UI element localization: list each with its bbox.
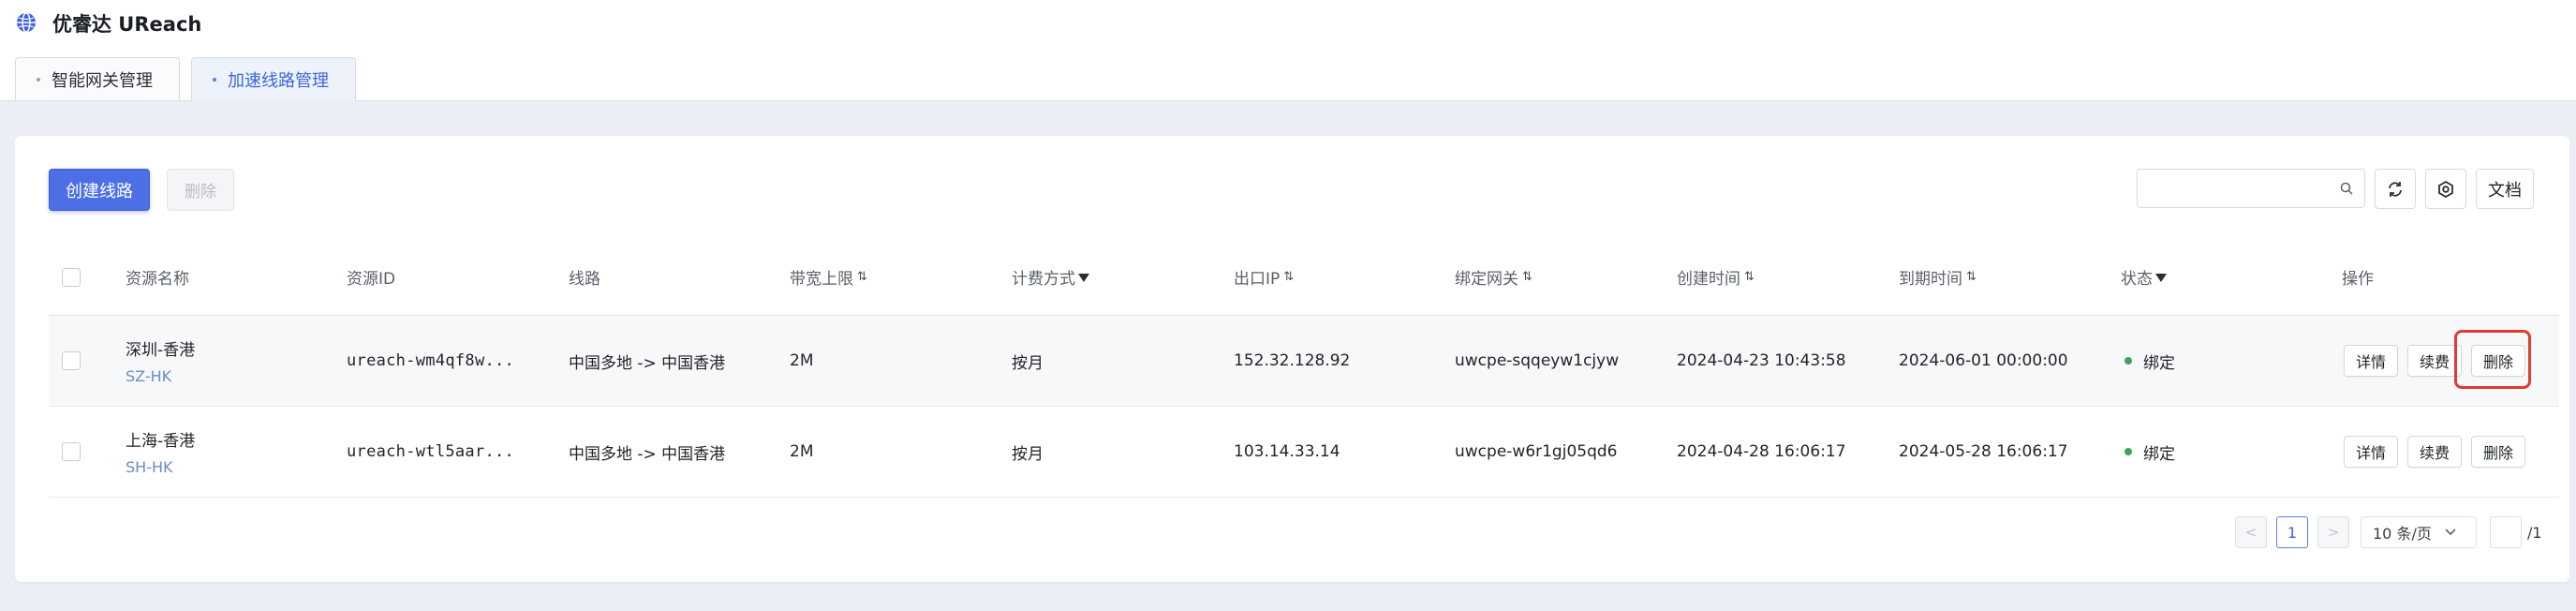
column-header-billing[interactable]: 计费方式 [1012, 239, 1089, 315]
column-header-created[interactable]: 创建时间 ⇅ [1677, 239, 1754, 315]
column-header-actions: 操作 [2342, 270, 2374, 289]
page-size-label: 10 条/页 [2373, 525, 2432, 543]
tab-label: 加速线路管理 [228, 71, 329, 91]
next-page-button[interactable]: > [2317, 516, 2349, 548]
resource-code: SZ-HK [126, 367, 172, 385]
column-header-route: 线路 [569, 270, 600, 289]
filter-icon[interactable] [1078, 274, 1089, 282]
column-header-expires[interactable]: 到期时间 ⇅ [1899, 239, 1976, 315]
page-size-select[interactable]: 10 条/页 [2361, 516, 2477, 548]
table-header: 资源名称 资源ID 线路 带宽上限 ⇅ 计费方式 出口IP ⇅ 绑定网关 ⇅ 创建时间… [49, 239, 2559, 316]
billing-method: 按月 [1012, 353, 1044, 373]
detail-button[interactable]: 详情 [2344, 436, 2399, 468]
route: 中国多地 -> 中国香港 [569, 353, 726, 373]
table-row: 深圳-香港 SZ-HK ureach-wm4qf8w... 中国多地 -> 中国… [49, 316, 2559, 407]
page-1-button[interactable]: 1 [2276, 516, 2308, 548]
settings-icon [2438, 180, 2453, 198]
detail-button[interactable]: 详情 [2344, 345, 2399, 377]
chevron-down-icon [2445, 529, 2456, 536]
bulk-delete-button[interactable]: 删除 [167, 169, 234, 211]
row-checkbox[interactable] [62, 442, 81, 461]
egress-ip: 152.32.128.92 [1234, 351, 1351, 370]
app-title: 优睿达 UReach [52, 13, 202, 36]
resource-name-cell: 深圳-香港 SZ-HK [126, 316, 195, 406]
page-jump-input[interactable] [2490, 516, 2522, 548]
status-dot [2124, 357, 2132, 365]
prev-page-button[interactable]: < [2235, 516, 2267, 548]
created-time: 2024-04-28 16:06:17 [1677, 442, 1846, 461]
refresh-icon [2389, 181, 2402, 197]
routes-table: 资源名称 资源ID 线路 带宽上限 ⇅ 计费方式 出口IP ⇅ 绑定网关 ⇅ 创建时间… [49, 239, 2559, 498]
top-bar: 优睿达 UReach 智能网关管理 加速线路管理 [0, 0, 2576, 101]
bandwidth: 2M [790, 442, 814, 461]
sort-icon[interactable]: ⇅ [1744, 270, 1754, 284]
search-box [2137, 169, 2365, 208]
column-header-name: 资源名称 [126, 270, 189, 289]
status-dot [2124, 448, 2132, 455]
select-all-checkbox[interactable] [62, 267, 81, 287]
renew-button[interactable]: 续费 [2407, 436, 2463, 468]
row-select-cell [62, 407, 81, 497]
resource-id: ureach-wtl5aar... [347, 442, 515, 461]
resource-id: ureach-wm4qf8w... [347, 351, 515, 370]
refresh-button[interactable] [2375, 169, 2416, 209]
resource-name: 深圳-香港 [126, 341, 196, 360]
docs-button[interactable]: 文档 [2476, 169, 2534, 209]
sort-icon[interactable]: ⇅ [1966, 270, 1976, 284]
search-icon[interactable] [2340, 182, 2353, 195]
route: 中国多地 -> 中国香港 [569, 444, 726, 464]
expire-time: 2024-05-28 16:06:17 [1899, 442, 2068, 461]
content-card: 创建线路 删除 文档 资源名称 资源ID 线路 带宽上限 ⇅ 计费方式 出口IP… [15, 136, 2569, 582]
column-header-status[interactable]: 状态 [2121, 239, 2167, 315]
resource-name-cell: 上海-香港 SH-HK [126, 407, 195, 497]
delete-button[interactable]: 删除 [2471, 436, 2526, 468]
filter-icon[interactable] [2155, 274, 2167, 282]
row-checkbox[interactable] [62, 351, 81, 370]
tab-gateway-management[interactable]: 智能网关管理 [15, 57, 180, 100]
status-label: 绑定 [2143, 444, 2175, 464]
tab-label: 智能网关管理 [52, 70, 153, 91]
resource-code: SH-HK [126, 458, 173, 476]
tab-dot [213, 78, 216, 82]
actions-cell: 详情 续费 删除 [2344, 407, 2535, 497]
tab-route-management[interactable]: 加速线路管理 [191, 57, 356, 101]
highlight-box [2454, 330, 2531, 389]
column-header-gateway[interactable]: 绑定网关 ⇅ [1455, 239, 1532, 315]
table-row: 上海-香港 SH-HK ureach-wtl5aar... 中国多地 -> 中国… [49, 407, 2559, 498]
status-cell: 绑定 [2124, 316, 2175, 406]
created-time: 2024-04-23 10:43:58 [1677, 351, 1846, 370]
expire-time: 2024-06-01 00:00:00 [1899, 351, 2068, 370]
bandwidth: 2M [790, 351, 814, 370]
settings-button[interactable] [2425, 169, 2466, 209]
status-label: 绑定 [2143, 353, 2175, 373]
status-cell: 绑定 [2124, 407, 2175, 497]
total-pages: /1 [2527, 523, 2542, 542]
egress-ip: 103.14.33.14 [1234, 442, 1340, 461]
tab-dot [37, 77, 40, 82]
billing-method: 按月 [1012, 444, 1044, 464]
globe-logo-icon [17, 12, 36, 33]
row-select-cell [62, 316, 81, 406]
search-input[interactable] [2147, 170, 2334, 205]
sort-icon[interactable]: ⇅ [1522, 270, 1532, 284]
sort-icon[interactable]: ⇅ [1283, 270, 1294, 284]
column-header-bandwidth[interactable]: 带宽上限 ⇅ [790, 239, 867, 315]
sort-icon[interactable]: ⇅ [857, 270, 867, 284]
bound-gateway: uwcpe-w6r1gj05qd6 [1455, 442, 1618, 461]
select-all-cell [62, 239, 81, 315]
pagination: < 1 > 10 条/页 /1 [2235, 515, 2542, 549]
bound-gateway: uwcpe-sqqeyw1cjyw [1455, 351, 1620, 370]
create-route-button[interactable]: 创建线路 [49, 169, 150, 211]
column-header-ip[interactable]: 出口IP ⇅ [1234, 239, 1294, 315]
resource-name: 上海-香港 [126, 432, 196, 451]
column-header-id: 资源ID [347, 270, 396, 289]
